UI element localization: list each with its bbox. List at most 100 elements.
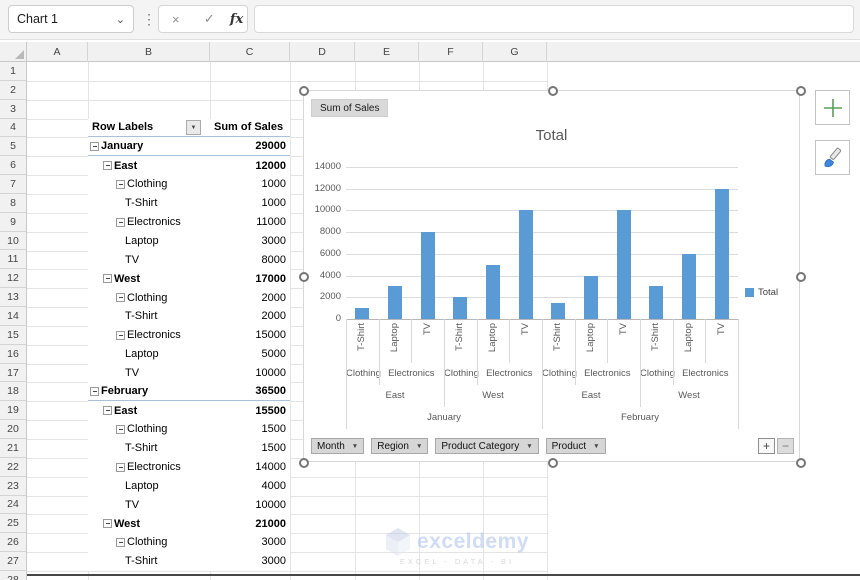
collapse-minus-icon[interactable] [116,537,125,547]
pivot-row-value[interactable]: 10000 [210,499,290,511]
bar-tv[interactable] [420,232,435,319]
pivot-row-value[interactable]: 21000 [210,518,290,530]
pivot-row-value[interactable]: 1500 [210,423,290,435]
field-button-product-category[interactable]: Product Category ▼ [435,438,539,454]
bar-laptop[interactable] [584,275,598,319]
pivot-row-label-cell[interactable]: T-Shirt [88,439,210,458]
pivot-row-label-cell[interactable]: Electronics [88,458,210,477]
bar-laptop[interactable] [682,253,696,319]
pivot-row-label-cell[interactable]: Laptop [88,232,210,251]
pivot-row[interactable]: East 12000 [88,156,290,175]
pivot-row[interactable]: Clothing 2000 [88,288,290,307]
field-button-region[interactable]: Region ▼ [371,438,429,454]
bar-tv[interactable] [518,210,533,319]
collapse-minus-icon[interactable] [103,274,112,284]
pivot-row-value[interactable]: 1500 [210,442,290,454]
pivot-row-label-cell[interactable]: East [88,401,210,420]
pivot-row-value[interactable]: 17000 [210,273,290,285]
pivot-row-value[interactable]: 3000 [210,536,290,548]
collapse-minus-icon[interactable] [116,293,125,303]
pivot-row[interactable]: Laptop 5000 [88,345,290,364]
pivot-row[interactable]: T-Shirt 1500 [88,439,290,458]
pivot-row-label-cell[interactable]: TV [88,363,210,382]
bar-laptop[interactable] [388,286,402,319]
pivot-row-value[interactable]: 29000 [210,140,290,152]
collapse-minus-icon[interactable] [103,519,112,529]
pivot-row-label-cell[interactable]: T-Shirt [88,307,210,326]
pivot-row-value[interactable]: 3000 [210,555,290,567]
expand-entire-field-button[interactable]: + [758,438,775,454]
pivot-row-label-cell[interactable]: Clothing [88,288,210,307]
bar-tv[interactable] [616,210,631,319]
pivot-header-row-labels-cell[interactable]: Row Labels ▼ [88,119,210,137]
pivot-row[interactable]: Electronics 11000 [88,213,290,232]
pivot-row[interactable]: East 15500 [88,401,290,420]
pivot-row-label-cell[interactable]: East [88,156,210,175]
chart-styles-button[interactable] [815,140,850,175]
pivot-row-value[interactable]: 10000 [210,367,290,379]
bar-t-shirt[interactable] [355,308,370,319]
pivot-row-label-cell[interactable]: Clothing [88,533,210,552]
pivot-row-label-cell[interactable]: January [88,137,210,155]
selection-handle[interactable] [796,458,806,468]
pivot-row-label-cell[interactable]: Laptop [88,477,210,496]
pivot-row-label-cell[interactable]: West [88,514,210,533]
pivot-row[interactable]: Electronics 15000 [88,326,290,345]
bar-tv[interactable] [714,188,729,319]
pivot-row[interactable]: January 29000 [88,137,290,157]
pivot-row[interactable]: Laptop 3000 [88,232,290,251]
filter-dropdown-icon[interactable]: ▼ [186,120,201,135]
sum-of-sales-header[interactable]: Sum of Sales [210,121,290,133]
pivot-row-value[interactable]: 14000 [210,461,290,473]
pivot-row[interactable]: Clothing 1500 [88,420,290,439]
value-field-button[interactable]: Sum of Sales [311,99,389,117]
collapse-minus-icon[interactable] [116,330,125,340]
pivot-row-value[interactable]: 15500 [210,405,290,417]
collapse-minus-icon[interactable] [103,161,112,171]
pivot-row-label-cell[interactable]: West [88,269,210,288]
pivot-row-label-cell[interactable]: Clothing [88,420,210,439]
pivot-row-value[interactable]: 5000 [210,348,290,360]
pivot-row[interactable]: TV 10000 [88,495,290,514]
collapse-minus-icon[interactable] [116,424,125,434]
pivot-row-label-cell[interactable]: Clothing [88,175,210,194]
field-button-month[interactable]: Month ▼ [311,438,365,454]
pivot-row[interactable]: T-Shirt 3000 [88,552,290,571]
pivot-row-value[interactable]: 11000 [210,216,290,228]
chart-legend[interactable]: Total [745,287,778,298]
pivot-row[interactable]: Laptop 4000 [88,477,290,496]
selection-handle[interactable] [796,272,806,282]
chart-title[interactable]: Total [304,127,799,144]
pivot-row-label-cell[interactable]: T-Shirt [88,194,210,213]
collapse-minus-icon[interactable] [116,217,125,227]
bar-laptop[interactable] [486,264,500,319]
collapse-entire-field-button[interactable]: − [777,438,794,454]
pivot-row-value[interactable]: 1000 [210,197,290,209]
pivot-row-value[interactable]: 1000 [210,178,290,190]
pivot-row[interactable]: February 36500 [88,382,290,402]
collapse-minus-icon[interactable] [116,462,125,472]
pivot-row-label-cell[interactable]: Electronics [88,326,210,345]
collapse-minus-icon[interactable] [90,141,99,151]
pivot-row[interactable]: West 21000 [88,514,290,533]
pivot-row-label-cell[interactable]: TV [88,250,210,269]
selection-handle[interactable] [299,458,309,468]
pivot-row-value[interactable]: 4000 [210,480,290,492]
pivot-row-value[interactable]: 2000 [210,310,290,322]
pivot-row-value[interactable]: 3000 [210,235,290,247]
pivot-row-label-cell[interactable]: T-Shirt [88,552,210,571]
collapse-minus-icon[interactable] [116,179,125,189]
pivot-row[interactable]: Electronics 14000 [88,458,290,477]
selection-handle[interactable] [547,458,558,468]
bar-t-shirt[interactable] [453,297,468,319]
pivot-chart[interactable]: Sum of Sales Total 14000 12000 10000 8000 60… [299,86,806,468]
pivot-row-label-cell[interactable]: TV [88,495,210,514]
pivot-row-value[interactable]: 12000 [210,160,290,172]
pivot-row-value[interactable]: 2000 [210,292,290,304]
pivot-row-label-cell[interactable]: February [88,382,210,400]
pivot-row[interactable]: West 17000 [88,269,290,288]
pivot-row-value[interactable]: 15000 [210,329,290,341]
field-button-product[interactable]: Product ▼ [545,438,606,454]
bar-t-shirt[interactable] [649,286,664,319]
pivot-row-value[interactable]: 36500 [210,385,290,397]
